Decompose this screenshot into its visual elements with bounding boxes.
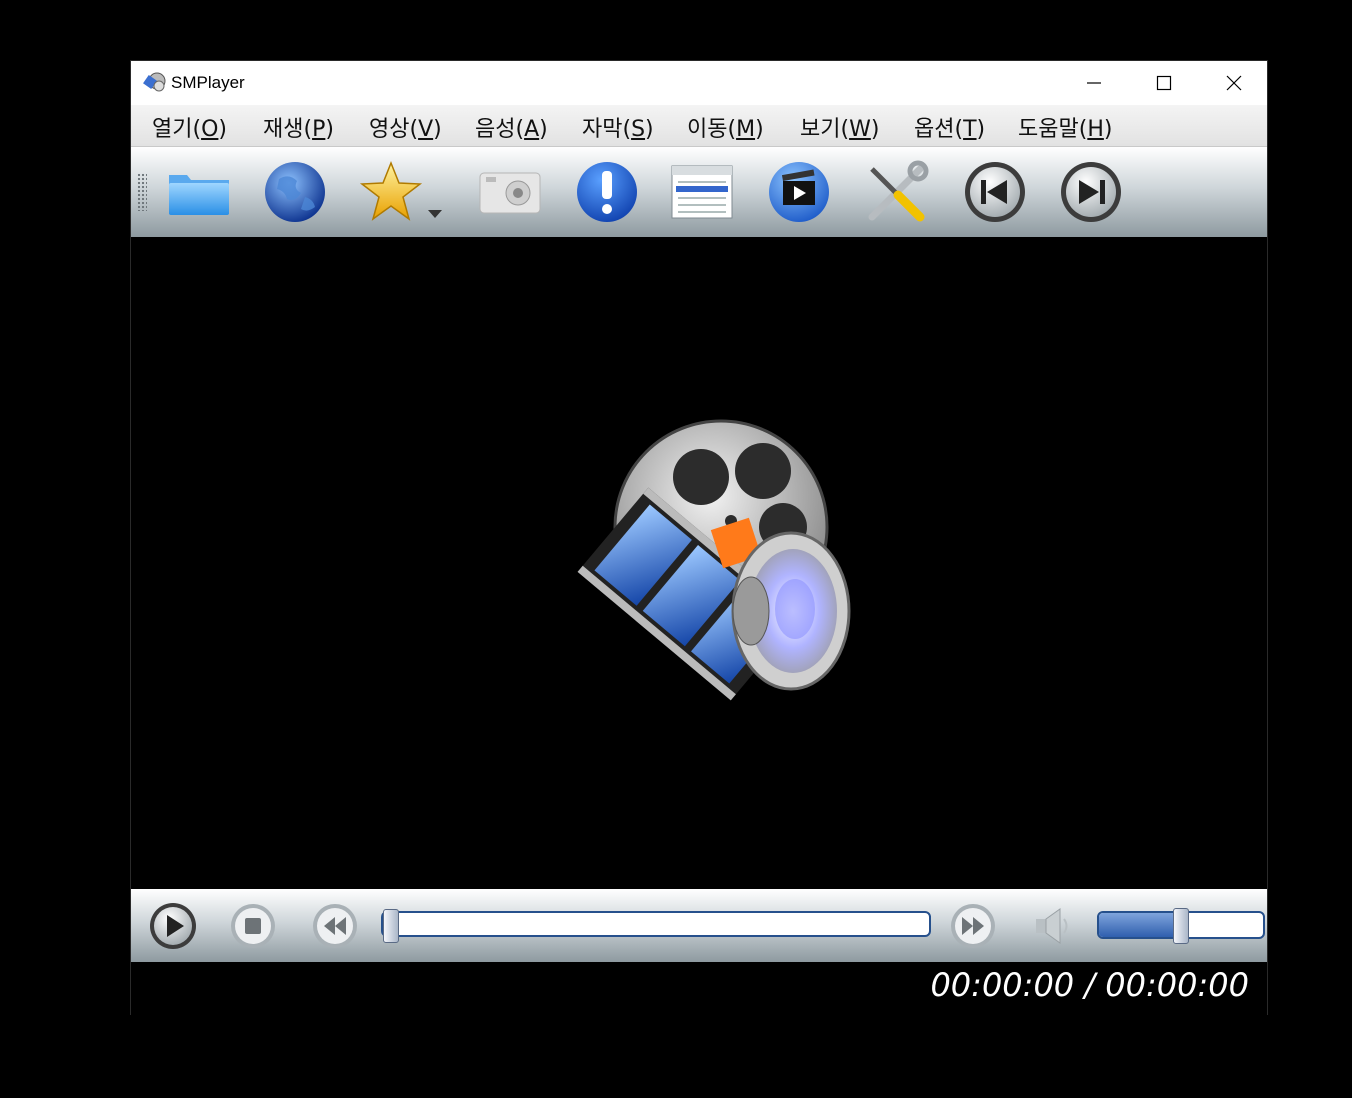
screenshot-button[interactable] [476,159,544,225]
preferences-button[interactable] [862,159,930,225]
speaker-icon [1036,908,1068,944]
favorites-button[interactable] [357,159,425,225]
previous-button[interactable] [961,159,1029,225]
volume-slider[interactable] [1097,908,1265,944]
seek-bar[interactable] [381,909,931,943]
minimize-button[interactable] [1059,61,1129,105]
stop-button[interactable] [228,901,278,951]
previous-icon [965,162,1025,222]
screenshot-camera-icon [479,172,541,214]
title-bar[interactable]: SMPlayer [131,61,1267,105]
minimize-icon [1087,82,1101,84]
info-button[interactable] [573,159,641,225]
video-area[interactable] [131,237,1267,889]
smplayer-window: SMPlayer 열기(O) 재생(P) 영상(V) 음성(A) 자막(S) 이… [130,60,1268,1016]
smplayer-logo-icon [577,419,851,701]
globe-icon [265,162,325,222]
menu-options[interactable]: 옵션(T) [914,111,985,143]
status-bar: 00:00:00 / 00:00:00 [131,962,1267,1016]
next-icon [1061,162,1121,222]
playlist-icon [671,165,733,219]
menu-subtitles[interactable]: 자막(S) [582,111,654,143]
video-preferences-icon [769,162,829,222]
time-display: 00:00:00 / 00:00:00 [930,966,1249,1004]
open-file-button[interactable] [165,159,233,225]
smplayer-app-icon [143,71,167,95]
menu-video[interactable]: 영상(V) [369,111,442,143]
menu-help[interactable]: 도움말(H) [1018,111,1112,143]
open-url-button[interactable] [261,159,329,225]
main-toolbar [131,147,1267,237]
rewind-icon [313,904,357,948]
maximize-button[interactable] [1129,61,1199,105]
mute-button[interactable] [1028,901,1078,951]
menu-view[interactable]: 보기(W) [800,111,879,143]
menu-play[interactable]: 재생(P) [263,111,334,143]
menu-open[interactable]: 열기(O) [152,111,227,143]
dropdown-arrow-icon[interactable] [427,209,443,219]
folder-icon [169,175,229,215]
forward-icon [951,904,995,948]
maximize-icon [1156,75,1172,91]
playlist-button[interactable] [668,159,736,225]
menu-browse[interactable]: 이동(M) [687,111,764,143]
close-icon [1226,75,1242,91]
tools-icon [868,160,929,222]
close-button[interactable] [1199,61,1269,105]
video-preferences-button[interactable] [765,159,833,225]
favorites-star-icon [359,160,423,221]
menu-audio[interactable]: 음성(A) [475,111,548,143]
rewind-button[interactable] [310,901,360,951]
menu-bar: 열기(O) 재생(P) 영상(V) 음성(A) 자막(S) 이동(M) 보기(W… [131,105,1267,147]
play-icon [150,903,196,949]
seek-handle[interactable] [383,909,399,943]
forward-button[interactable] [948,901,998,951]
info-icon [577,162,637,222]
stop-icon [231,904,275,948]
play-button[interactable] [148,901,198,951]
control-bar [131,889,1267,962]
next-button[interactable] [1057,159,1125,225]
volume-fill [1099,913,1181,937]
window-title: SMPlayer [171,73,245,92]
toolbar-grip[interactable] [137,173,147,211]
volume-handle[interactable] [1173,908,1189,944]
